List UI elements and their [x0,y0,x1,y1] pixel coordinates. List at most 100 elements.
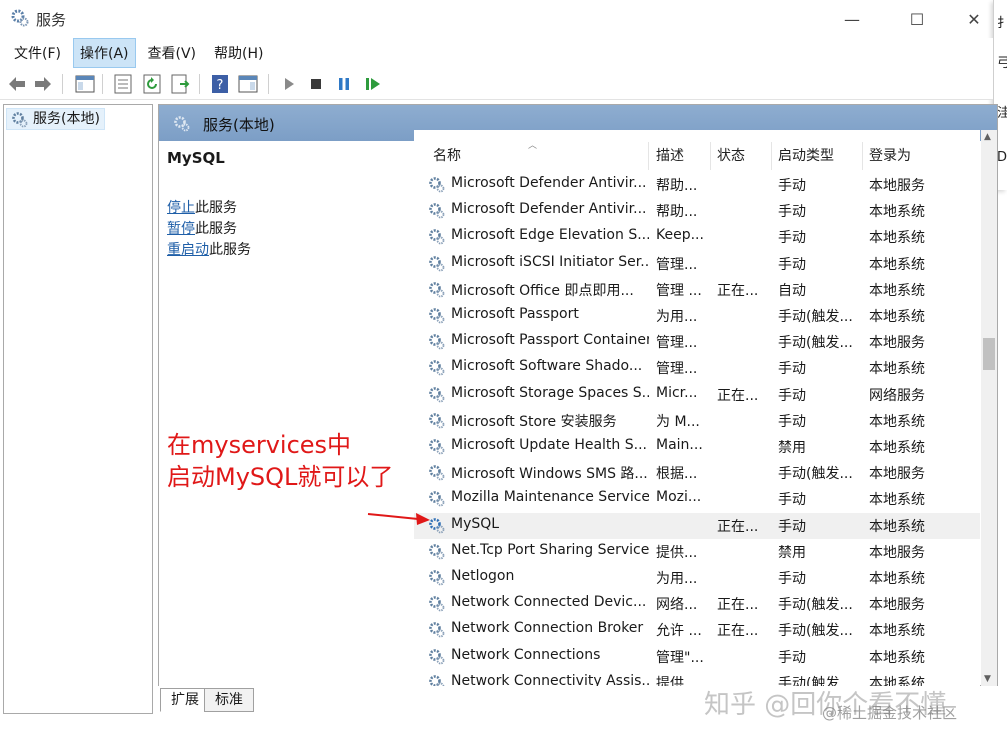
tree-item-services-local[interactable]: 服务(本地) [6,108,105,130]
service-name: Network Connected Devic... [451,594,647,611]
service-logon-as: 本地系统 [869,413,925,430]
service-logon-as: 网络服务 [869,387,925,404]
export-list-icon[interactable] [169,73,191,95]
service-description: Main... [656,437,703,453]
service-logon-as: 本地系统 [869,361,925,378]
table-row[interactable]: Microsoft Store 安装服务 为 M... 手动 本地系统 [414,408,980,434]
column-name[interactable]: 名称 [427,142,649,170]
table-row[interactable]: Microsoft Storage Spaces S... Micr... 正在..… [414,382,980,408]
menu-view[interactable]: 查看(V) [142,39,203,67]
maximize-button[interactable]: ☐ [895,4,939,34]
tree-item-label: 服务(本地) [33,111,100,127]
service-gear-icon [429,229,445,245]
table-row[interactable]: Net.Tcp Port Sharing Service 提供... 禁用 本地服务 [414,539,980,565]
menu-help[interactable]: 帮助(H) [208,39,269,67]
service-startup-type: 手动 [778,204,806,221]
column-startup-type[interactable]: 启动类型 [772,142,863,170]
table-row[interactable]: Network Connected Devic... 网络... 正在... 手动(触… [414,591,980,617]
show-console-tree-icon[interactable] [74,73,96,95]
service-name: Microsoft Office 即点即用... [451,282,634,299]
service-startup-type: 手动 [778,230,806,247]
pause-service-link[interactable]: 暂停 [167,221,195,237]
column-status[interactable]: 状态 [711,142,772,170]
refresh-icon[interactable] [141,73,163,95]
start-service-icon[interactable] [278,73,300,95]
action-stop: 停止此服务 [167,197,237,217]
tab-extended[interactable]: 扩展 [160,688,210,712]
forward-arrow-icon[interactable] [32,73,54,95]
service-gear-icon [429,543,445,560]
menu-bar: 文件(F) 操作(A) 查看(V) 帮助(H) [0,38,993,68]
help-icon[interactable]: ? [209,73,231,95]
tab-standard[interactable]: 标准 [204,688,254,712]
table-row[interactable]: Microsoft Passport Container 管理... 手动(触发..… [414,329,980,355]
action-pane-icon[interactable] [237,73,259,95]
scroll-down-icon[interactable]: ▼ [984,674,991,684]
title-bar: 服务 — ☐ ✕ [0,0,1007,38]
services-list: ︿ 名称 描述 状态 启动类型 登录为 Microsoft Defender A… [414,130,980,686]
service-status: 正在... [717,597,759,614]
table-row[interactable]: Microsoft iSCSI Initiator Ser... 管理... 手动 本… [414,251,980,277]
back-arrow-icon[interactable] [6,73,28,95]
service-logon-as: 本地系统 [869,309,925,325]
service-status: 正在... [717,387,759,404]
service-name: Network Connectivity Assis... [451,672,649,686]
service-name: Microsoft Windows SMS 路... [451,466,648,483]
properties-icon[interactable] [112,73,134,95]
service-startup-type: 手动 [778,387,806,404]
table-row[interactable]: Microsoft Defender Antivir... 帮助... 手动 本地服务 [414,172,980,198]
service-gear-icon [429,674,445,686]
table-row[interactable]: Mozilla Maintenance Service Mozi... 手动 本地系统 [414,486,980,512]
table-row[interactable]: Microsoft Office 即点即用... 管理 ... 正在... 自动 本地系… [414,277,980,303]
service-gear-icon [429,439,445,455]
service-name: Microsoft Software Shado... [451,358,643,375]
pause-service-icon[interactable] [333,73,355,95]
menu-file[interactable]: 文件(F) [8,39,67,67]
service-startup-type: 自动 [778,282,806,299]
service-description: 帮助... [656,204,698,221]
table-row[interactable]: Netlogon 为用... 手动 本地系统 [414,565,980,591]
service-startup-type: 手动(触发... [778,309,853,325]
table-row[interactable]: Microsoft Edge Elevation S... Keep... 手动 本地… [414,224,980,250]
scrollbar-thumb[interactable] [983,338,995,370]
service-description: 为用... [656,571,698,587]
service-logon-as: 本地服务 [869,544,925,561]
stop-service-link[interactable]: 停止 [167,200,195,216]
service-gear-icon [429,622,445,638]
table-row[interactable]: Microsoft Windows SMS 路... 根据... 手动(触发... 本… [414,460,980,486]
service-name: Microsoft Passport Container [451,332,649,349]
service-name: Microsoft Update Health S... [451,437,647,453]
service-description: 允许 ... [656,623,702,640]
service-logon-as: 本地服务 [869,335,925,352]
menu-action[interactable]: 操作(A) [72,38,136,68]
restart-service-icon[interactable] [362,73,384,95]
action-suffix: 此服务 [209,242,251,258]
column-logon-as[interactable]: 登录为 [863,142,963,170]
service-name: Mozilla Maintenance Service [451,489,649,506]
service-description: Keep... [656,227,704,244]
service-logon-as: 本地系统 [869,492,925,509]
table-row[interactable]: Microsoft Passport 为用... 手动(触发... 本地系统 [414,303,980,329]
vertical-scrollbar[interactable]: ▲ ▼ [981,130,997,686]
service-name: Network Connection Broker [451,620,644,637]
table-row[interactable]: Network Connection Broker 允许 ... 正在... 手动(触… [414,617,980,643]
toolbar: ? [0,68,993,100]
column-description[interactable]: 描述 [650,142,711,170]
service-gear-icon [429,465,445,481]
scroll-up-icon[interactable]: ▲ [984,132,991,142]
table-row[interactable]: MySQL 正在... 手动 本地系统 [414,512,980,539]
service-name: Net.Tcp Port Sharing Service [451,541,649,558]
window-title: 服务 [36,11,67,29]
annotation-line-2: 启动MySQL就可以了 [167,463,394,491]
stop-service-icon[interactable] [305,73,327,95]
minimize-button[interactable]: — [830,4,874,34]
service-startup-type: 手动(触发... [778,597,853,614]
table-row[interactable]: Network Connections 管理"... 手动 本地系统 [414,644,980,670]
restart-service-link[interactable]: 重启动 [167,242,209,258]
service-startup-type: 手动 [778,649,806,666]
service-startup-type: 手动(触发... [778,466,853,483]
table-row[interactable]: Microsoft Software Shado... 管理... 手动 本地系统 [414,355,980,381]
table-row[interactable]: Microsoft Update Health S... Main... 禁用 本地系… [414,434,980,460]
close-button[interactable]: ✕ [952,4,996,34]
table-row[interactable]: Microsoft Defender Antivir... 帮助... 手动 本地系统 [414,198,980,224]
